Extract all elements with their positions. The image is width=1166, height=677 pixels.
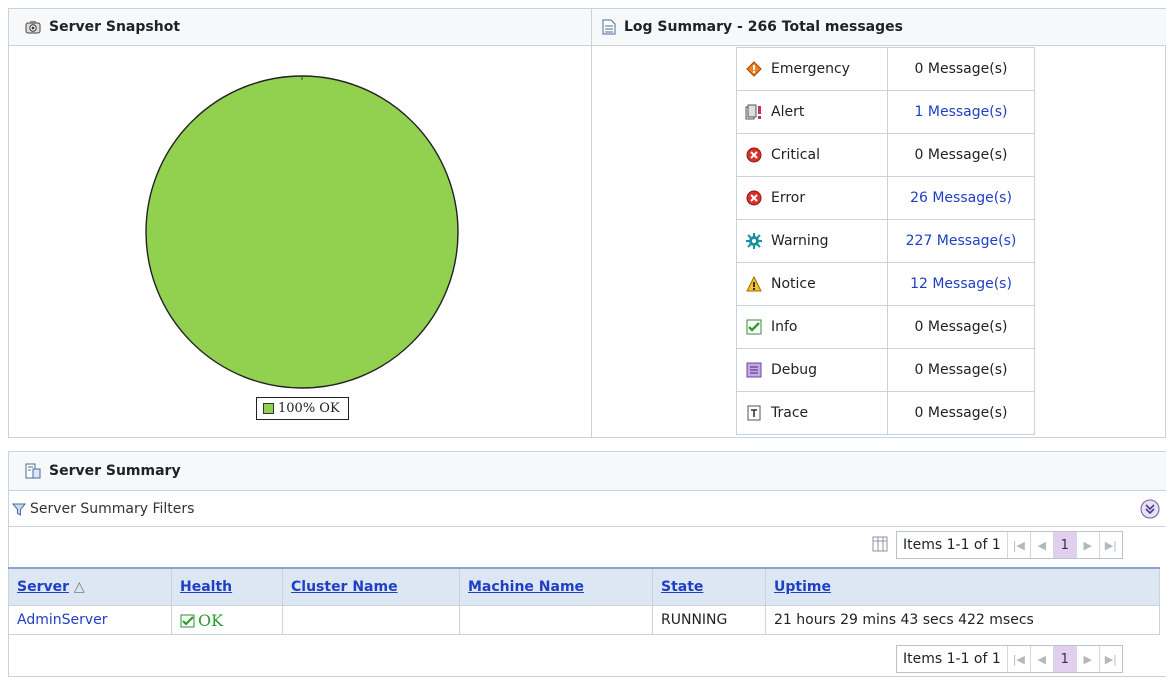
log-row-error: Error 26 Message(s)	[736, 176, 1035, 220]
log-count-link[interactable]: 1 Message(s)	[915, 104, 1008, 120]
server-summary-title: Server Summary	[49, 463, 181, 479]
log-summary-header: Log Summary - 266 Total messages	[592, 9, 1166, 46]
critical-icon	[745, 146, 763, 164]
expand-chevron-icon[interactable]	[1140, 499, 1160, 519]
current-page[interactable]: 1	[1052, 532, 1076, 558]
check-icon	[745, 318, 763, 336]
legend-label: 100% OK	[278, 401, 340, 416]
log-row-emergency: Emergency 0 Message(s)	[736, 47, 1035, 91]
column-health[interactable]: Health	[171, 567, 283, 606]
log-row-notice: Notice 12 Message(s)	[736, 262, 1035, 306]
pager-text: Items 1-1 of 1	[903, 537, 1001, 553]
log-level-label: Critical	[771, 147, 820, 163]
warning-icon	[745, 232, 763, 250]
table-icon	[25, 463, 41, 479]
sort-asc-icon[interactable]: △	[74, 579, 85, 595]
log-row-debug: Debug 0 Message(s)	[736, 348, 1035, 392]
log-count: 0 Message(s)	[914, 319, 1008, 335]
last-page-icon[interactable]: ▶|	[1098, 646, 1122, 672]
log-level-label: Trace	[771, 405, 809, 421]
pager-bottom: Items 1-1 of 1 |◀ ◀ 1 ▶ ▶|	[896, 645, 1123, 673]
next-page-icon[interactable]: ▶	[1075, 532, 1099, 558]
column-server[interactable]: Server △	[8, 567, 172, 606]
log-level-label: Alert	[771, 104, 805, 120]
state-cell: RUNNING	[652, 605, 766, 635]
log-row-warning: Warning 227 Message(s)	[736, 219, 1035, 263]
pie-slice-ok	[145, 75, 459, 389]
log-level-label: Emergency	[771, 61, 850, 77]
legend-swatch-ok	[263, 403, 274, 414]
machine-cell	[459, 605, 653, 635]
trace-icon	[745, 404, 763, 422]
current-page[interactable]: 1	[1052, 646, 1076, 672]
pager-text: Items 1-1 of 1	[903, 651, 1001, 667]
log-level-label: Error	[771, 190, 806, 206]
emergency-icon	[745, 60, 763, 78]
log-row-info: Info 0 Message(s)	[736, 305, 1035, 349]
column-uptime[interactable]: Uptime	[765, 567, 1160, 606]
health-status: OK	[198, 610, 224, 630]
first-page-icon[interactable]: |◀	[1006, 532, 1030, 558]
pager-top: Items 1-1 of 1 |◀ ◀ 1 ▶ ▶|	[896, 531, 1123, 559]
server-table: Server △ Health Cluster Name Machine Nam…	[8, 567, 1160, 635]
log-summary-table: Emergency 0 Message(s) Alert 1 Message(s…	[736, 47, 1035, 435]
filter-icon	[12, 503, 26, 516]
log-level-label: Warning	[771, 233, 829, 249]
log-level-label: Debug	[771, 362, 818, 378]
log-row-trace: Trace 0 Message(s)	[736, 391, 1035, 435]
pie-legend: 100% OK	[256, 397, 349, 420]
cluster-cell	[282, 605, 460, 635]
column-cluster-name[interactable]: Cluster Name	[282, 567, 460, 606]
log-summary-title: Log Summary - 266 Total messages	[624, 19, 903, 35]
debug-icon	[745, 361, 763, 379]
error-icon	[745, 189, 763, 207]
log-count: 0 Message(s)	[914, 405, 1008, 421]
first-page-icon[interactable]: |◀	[1006, 646, 1030, 672]
server-snapshot-header: Server Snapshot	[9, 9, 591, 46]
table-header-row: Server △ Health Cluster Name Machine Nam…	[8, 567, 1160, 606]
log-count: 0 Message(s)	[914, 61, 1008, 77]
uptime-cell: 21 hours 29 mins 43 secs 422 msecs	[765, 605, 1160, 635]
pie-chart	[145, 75, 459, 389]
health-check-icon	[180, 614, 196, 628]
server-summary-header: Server Summary	[9, 452, 1166, 491]
server-link[interactable]: AdminServer	[17, 612, 108, 628]
log-count-link[interactable]: 227 Message(s)	[906, 233, 1017, 249]
columns-icon[interactable]	[872, 536, 888, 552]
prev-page-icon[interactable]: ◀	[1029, 532, 1053, 558]
camera-icon	[25, 20, 41, 34]
log-level-label: Info	[771, 319, 798, 335]
server-snapshot-title: Server Snapshot	[49, 19, 181, 35]
server-summary-filters[interactable]: Server Summary Filters	[8, 492, 1166, 527]
notice-icon	[745, 275, 763, 293]
log-count: 0 Message(s)	[914, 147, 1008, 163]
column-state[interactable]: State	[652, 567, 766, 606]
log-row-alert: Alert 1 Message(s)	[736, 90, 1035, 134]
log-count-link[interactable]: 26 Message(s)	[910, 190, 1012, 206]
prev-page-icon[interactable]: ◀	[1029, 646, 1053, 672]
alert-icon	[745, 103, 763, 121]
column-machine-name[interactable]: Machine Name	[459, 567, 653, 606]
last-page-icon[interactable]: ▶|	[1098, 532, 1122, 558]
log-count-link[interactable]: 12 Message(s)	[910, 276, 1012, 292]
log-row-critical: Critical 0 Message(s)	[736, 133, 1035, 177]
log-level-label: Notice	[771, 276, 816, 292]
filters-label[interactable]: Server Summary Filters	[30, 501, 194, 517]
table-row: AdminServer OK RUNNING 21 hours 29 mins …	[8, 605, 1160, 635]
next-page-icon[interactable]: ▶	[1075, 646, 1099, 672]
document-icon	[602, 19, 616, 35]
log-count: 0 Message(s)	[914, 362, 1008, 378]
